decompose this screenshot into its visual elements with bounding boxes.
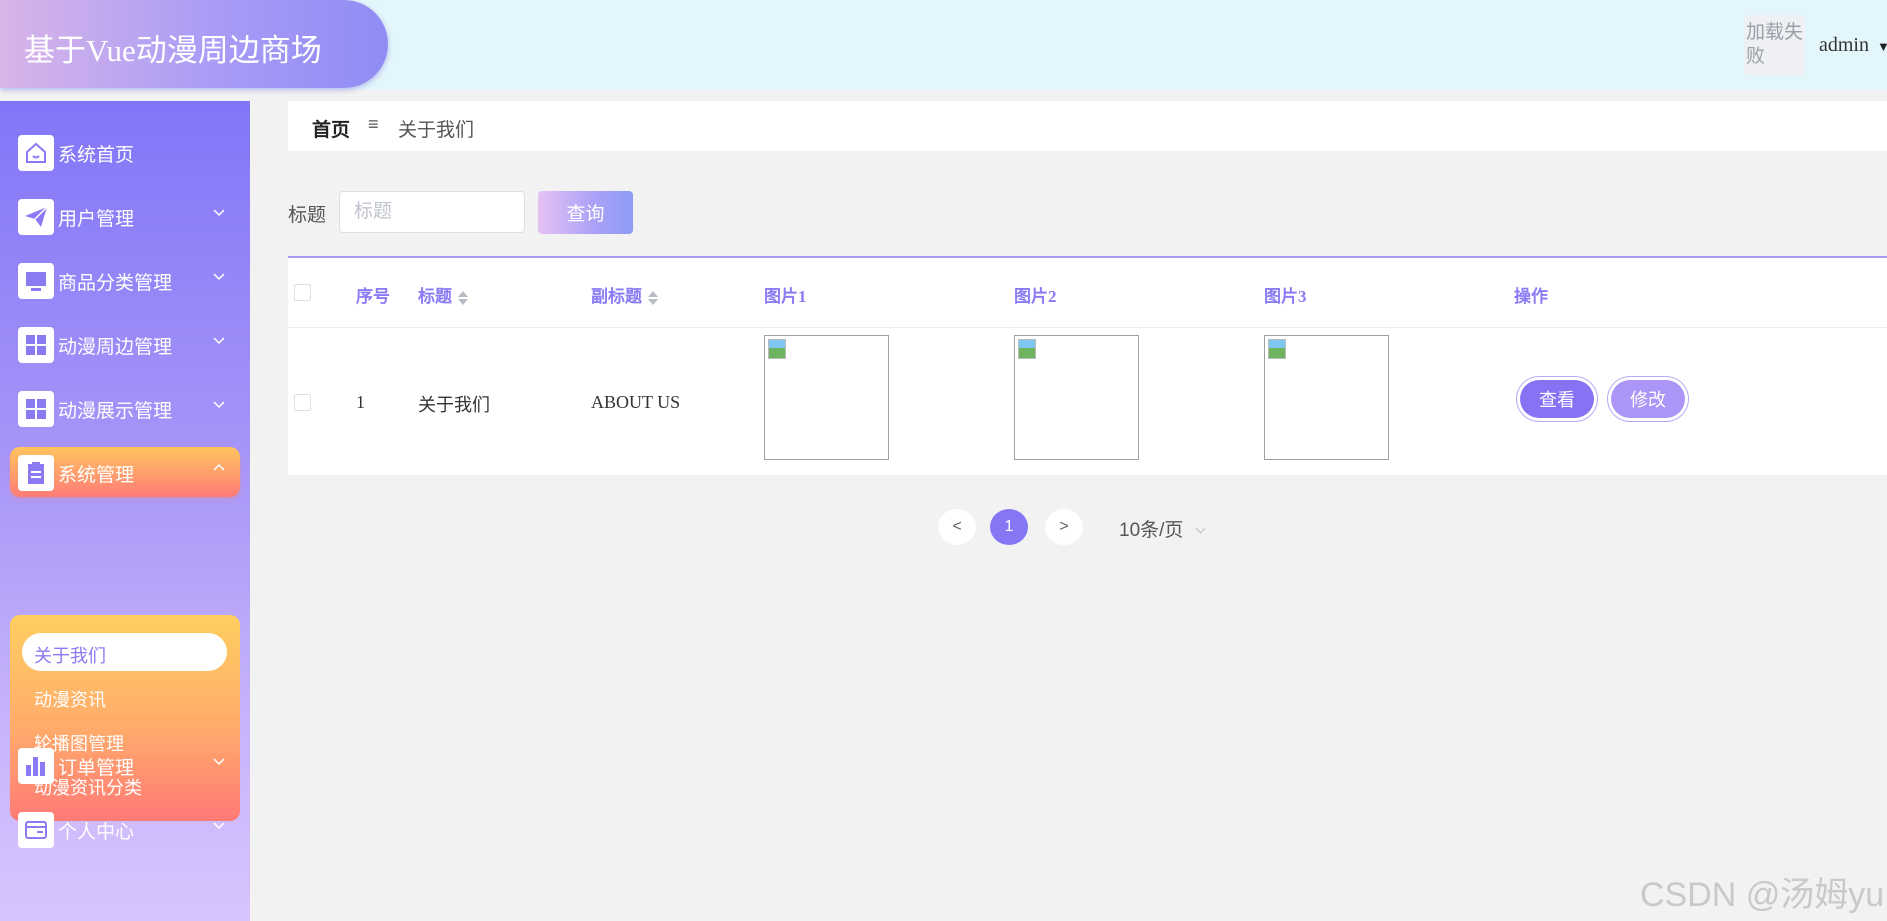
chevron-down-icon <box>1195 523 1206 534</box>
broken-image-icon <box>1268 339 1286 359</box>
view-button[interactable]: 查看 <box>1520 380 1594 418</box>
chevron-down-icon <box>213 822 225 830</box>
cell-title: 关于我们 <box>418 395 490 415</box>
paper-plane-icon <box>18 199 54 235</box>
sidebar-item-system[interactable]: 系统管理 <box>10 447 240 497</box>
cell-index: 1 <box>356 392 365 412</box>
app-logo: 基于Vue动漫周边商场 <box>0 0 388 88</box>
user-menu[interactable]: admin ▼ <box>1819 34 1887 57</box>
row-checkbox[interactable] <box>294 394 311 411</box>
cell-image3-broken-image <box>1264 335 1389 460</box>
title-search-input[interactable] <box>339 191 525 233</box>
sidebar-item-categories[interactable]: 商品分类管理 <box>10 255 240 305</box>
search-label: 标题 <box>288 205 327 226</box>
submenu-item-label: 关于我们 <box>34 646 106 666</box>
edit-button[interactable]: 修改 <box>1611 380 1685 418</box>
caret-down-icon[interactable]: ▼ <box>1877 39 1887 54</box>
column-header-title[interactable]: 标题 <box>418 282 468 307</box>
sort-icon[interactable] <box>458 290 468 306</box>
sidebar-item-showcase[interactable]: 动漫展示管理 <box>10 383 240 433</box>
sidebar-item-label: 系统首页 <box>58 145 135 166</box>
grid-icon <box>18 391 54 427</box>
clipboard-icon <box>18 455 54 491</box>
cell-image2-broken-image <box>1014 335 1139 460</box>
card-icon <box>18 812 54 848</box>
column-header-subtitle[interactable]: 副标题 <box>591 282 658 307</box>
column-header-label: 副标题 <box>591 287 642 306</box>
page-size-value: 10条/页 <box>1119 520 1184 541</box>
sidebar-item-users[interactable]: 用户管理 <box>10 191 240 241</box>
column-header-image2: 图片2 <box>1014 287 1057 306</box>
avatar[interactable]: 加载失败 <box>1744 15 1805 75</box>
watermark: CSDN @汤姆yu <box>1640 876 1885 914</box>
select-all-checkbox[interactable] <box>294 284 311 301</box>
chevron-down-icon <box>213 337 225 345</box>
broken-image-icon <box>1018 339 1036 359</box>
cell-subtitle: ABOUT US <box>591 392 681 412</box>
breadcrumb-home[interactable]: 首页 <box>312 115 350 142</box>
column-header-index: 序号 <box>356 287 390 306</box>
system-submenu: 关于我们 动漫资讯 轮播图管理 动漫资讯分类 <box>10 615 240 821</box>
chevron-up-icon <box>213 463 225 471</box>
sidebar-item-label: 系统管理 <box>58 465 135 486</box>
sidebar-item-orders[interactable]: 订单管理 <box>10 740 240 790</box>
column-header-image1: 图片1 <box>764 287 807 306</box>
app-title: 基于Vue动漫周边商场 <box>24 33 322 68</box>
cell-image1-broken-image <box>764 335 889 460</box>
top-header: 基于Vue动漫周边商场 加载失败 admin ▼ <box>0 0 1887 90</box>
submenu-item-about[interactable]: 关于我们 <box>22 633 227 671</box>
sidebar-item-merchandise[interactable]: 动漫周边管理 <box>10 319 240 369</box>
chevron-down-icon <box>213 401 225 409</box>
sidebar-item-label: 动漫展示管理 <box>58 401 173 422</box>
sidebar-item-label: 用户管理 <box>58 209 135 230</box>
grid-icon <box>18 327 54 363</box>
sidebar-item-label: 个人中心 <box>58 822 135 843</box>
sidebar-item-label: 商品分类管理 <box>58 273 173 294</box>
chevron-down-icon <box>213 273 225 281</box>
sidebar-item-label: 订单管理 <box>58 758 135 779</box>
sidebar: 系统首页 用户管理 商品分类管理 动漫周边管理 动漫展示管理 系统管理 关于我们… <box>0 101 250 921</box>
breadcrumb-separator-icon: ≡ <box>368 114 379 134</box>
breadcrumb-current: 关于我们 <box>398 120 475 141</box>
submenu-item-news[interactable]: 动漫资讯 <box>22 677 227 715</box>
sidebar-item-label: 动漫周边管理 <box>58 337 173 358</box>
monitor-icon <box>18 263 54 299</box>
sidebar-item-profile[interactable]: 个人中心 <box>10 804 240 854</box>
breadcrumb: 首页 ≡ 关于我们 <box>288 101 1887 151</box>
search-button[interactable]: 查询 <box>538 191 633 234</box>
chevron-down-icon <box>213 209 225 217</box>
sidebar-item-home[interactable]: 系统首页 <box>10 127 240 177</box>
username[interactable]: admin <box>1819 34 1869 56</box>
chevron-down-icon <box>213 758 225 766</box>
submenu-item-label: 动漫资讯 <box>34 690 106 710</box>
prev-page-button[interactable]: < <box>938 509 976 545</box>
home-icon <box>18 135 54 171</box>
page-1-button[interactable]: 1 <box>990 509 1028 545</box>
column-header-label: 标题 <box>418 287 452 306</box>
next-page-button[interactable]: > <box>1045 509 1083 545</box>
sort-icon[interactable] <box>648 290 658 306</box>
column-header-actions: 操作 <box>1514 287 1548 306</box>
page-size-select[interactable]: 10条/页 <box>1119 515 1206 542</box>
table-header: 序号 标题 副标题 图片1 图片2 图片3 操作 <box>288 258 1887 328</box>
broken-image-icon <box>768 339 786 359</box>
bar-chart-icon <box>18 748 54 784</box>
data-table: 序号 标题 副标题 图片1 图片2 图片3 操作 1 关于我们 ABOUT US… <box>288 256 1887 475</box>
column-header-image3: 图片3 <box>1264 287 1307 306</box>
